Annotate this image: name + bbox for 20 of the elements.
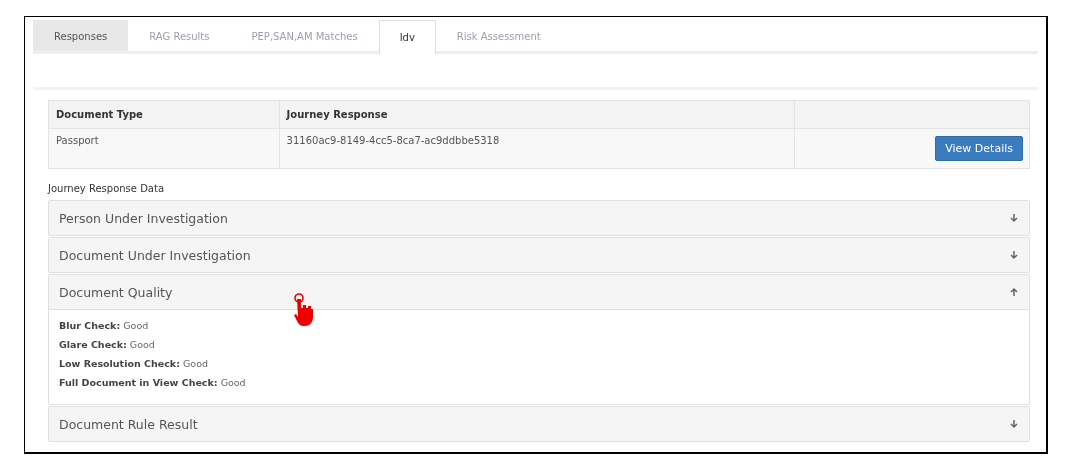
field-line: Glare Check: Good [59,339,156,350]
panel-header[interactable]: Person Under Investigation [49,201,1029,235]
panel-header[interactable]: Document Quality [49,275,1029,309]
column-header: Journey Response [279,100,795,129]
view-details-button[interactable]: View Details [935,136,1023,161]
panel-title: Person Under Investigation [59,210,228,226]
field-line: Blur Check: Good [59,320,150,331]
panel-title: Document Rule Result [59,416,198,432]
field-line: Low Resolution Check: Good [59,358,209,369]
table-cell: Passport [48,128,280,169]
panel-title: Document Quality [59,284,173,300]
panel-header[interactable]: Document Rule Result [49,407,1029,441]
field-line: Full Document in View Check: Good [59,377,247,388]
tab[interactable]: Responses [33,20,129,51]
tab[interactable]: Idv [378,20,436,54]
panel-title: Document Under Investigation [59,247,251,263]
table-cell: 31160ac9-8149-4cc5-8ca7-ac9ddbbe5318 [279,128,795,169]
section-title: Journey Response Data [48,183,165,194]
panel-header[interactable]: Document Under Investigation [49,238,1029,272]
column-header: Document Type [48,100,280,129]
